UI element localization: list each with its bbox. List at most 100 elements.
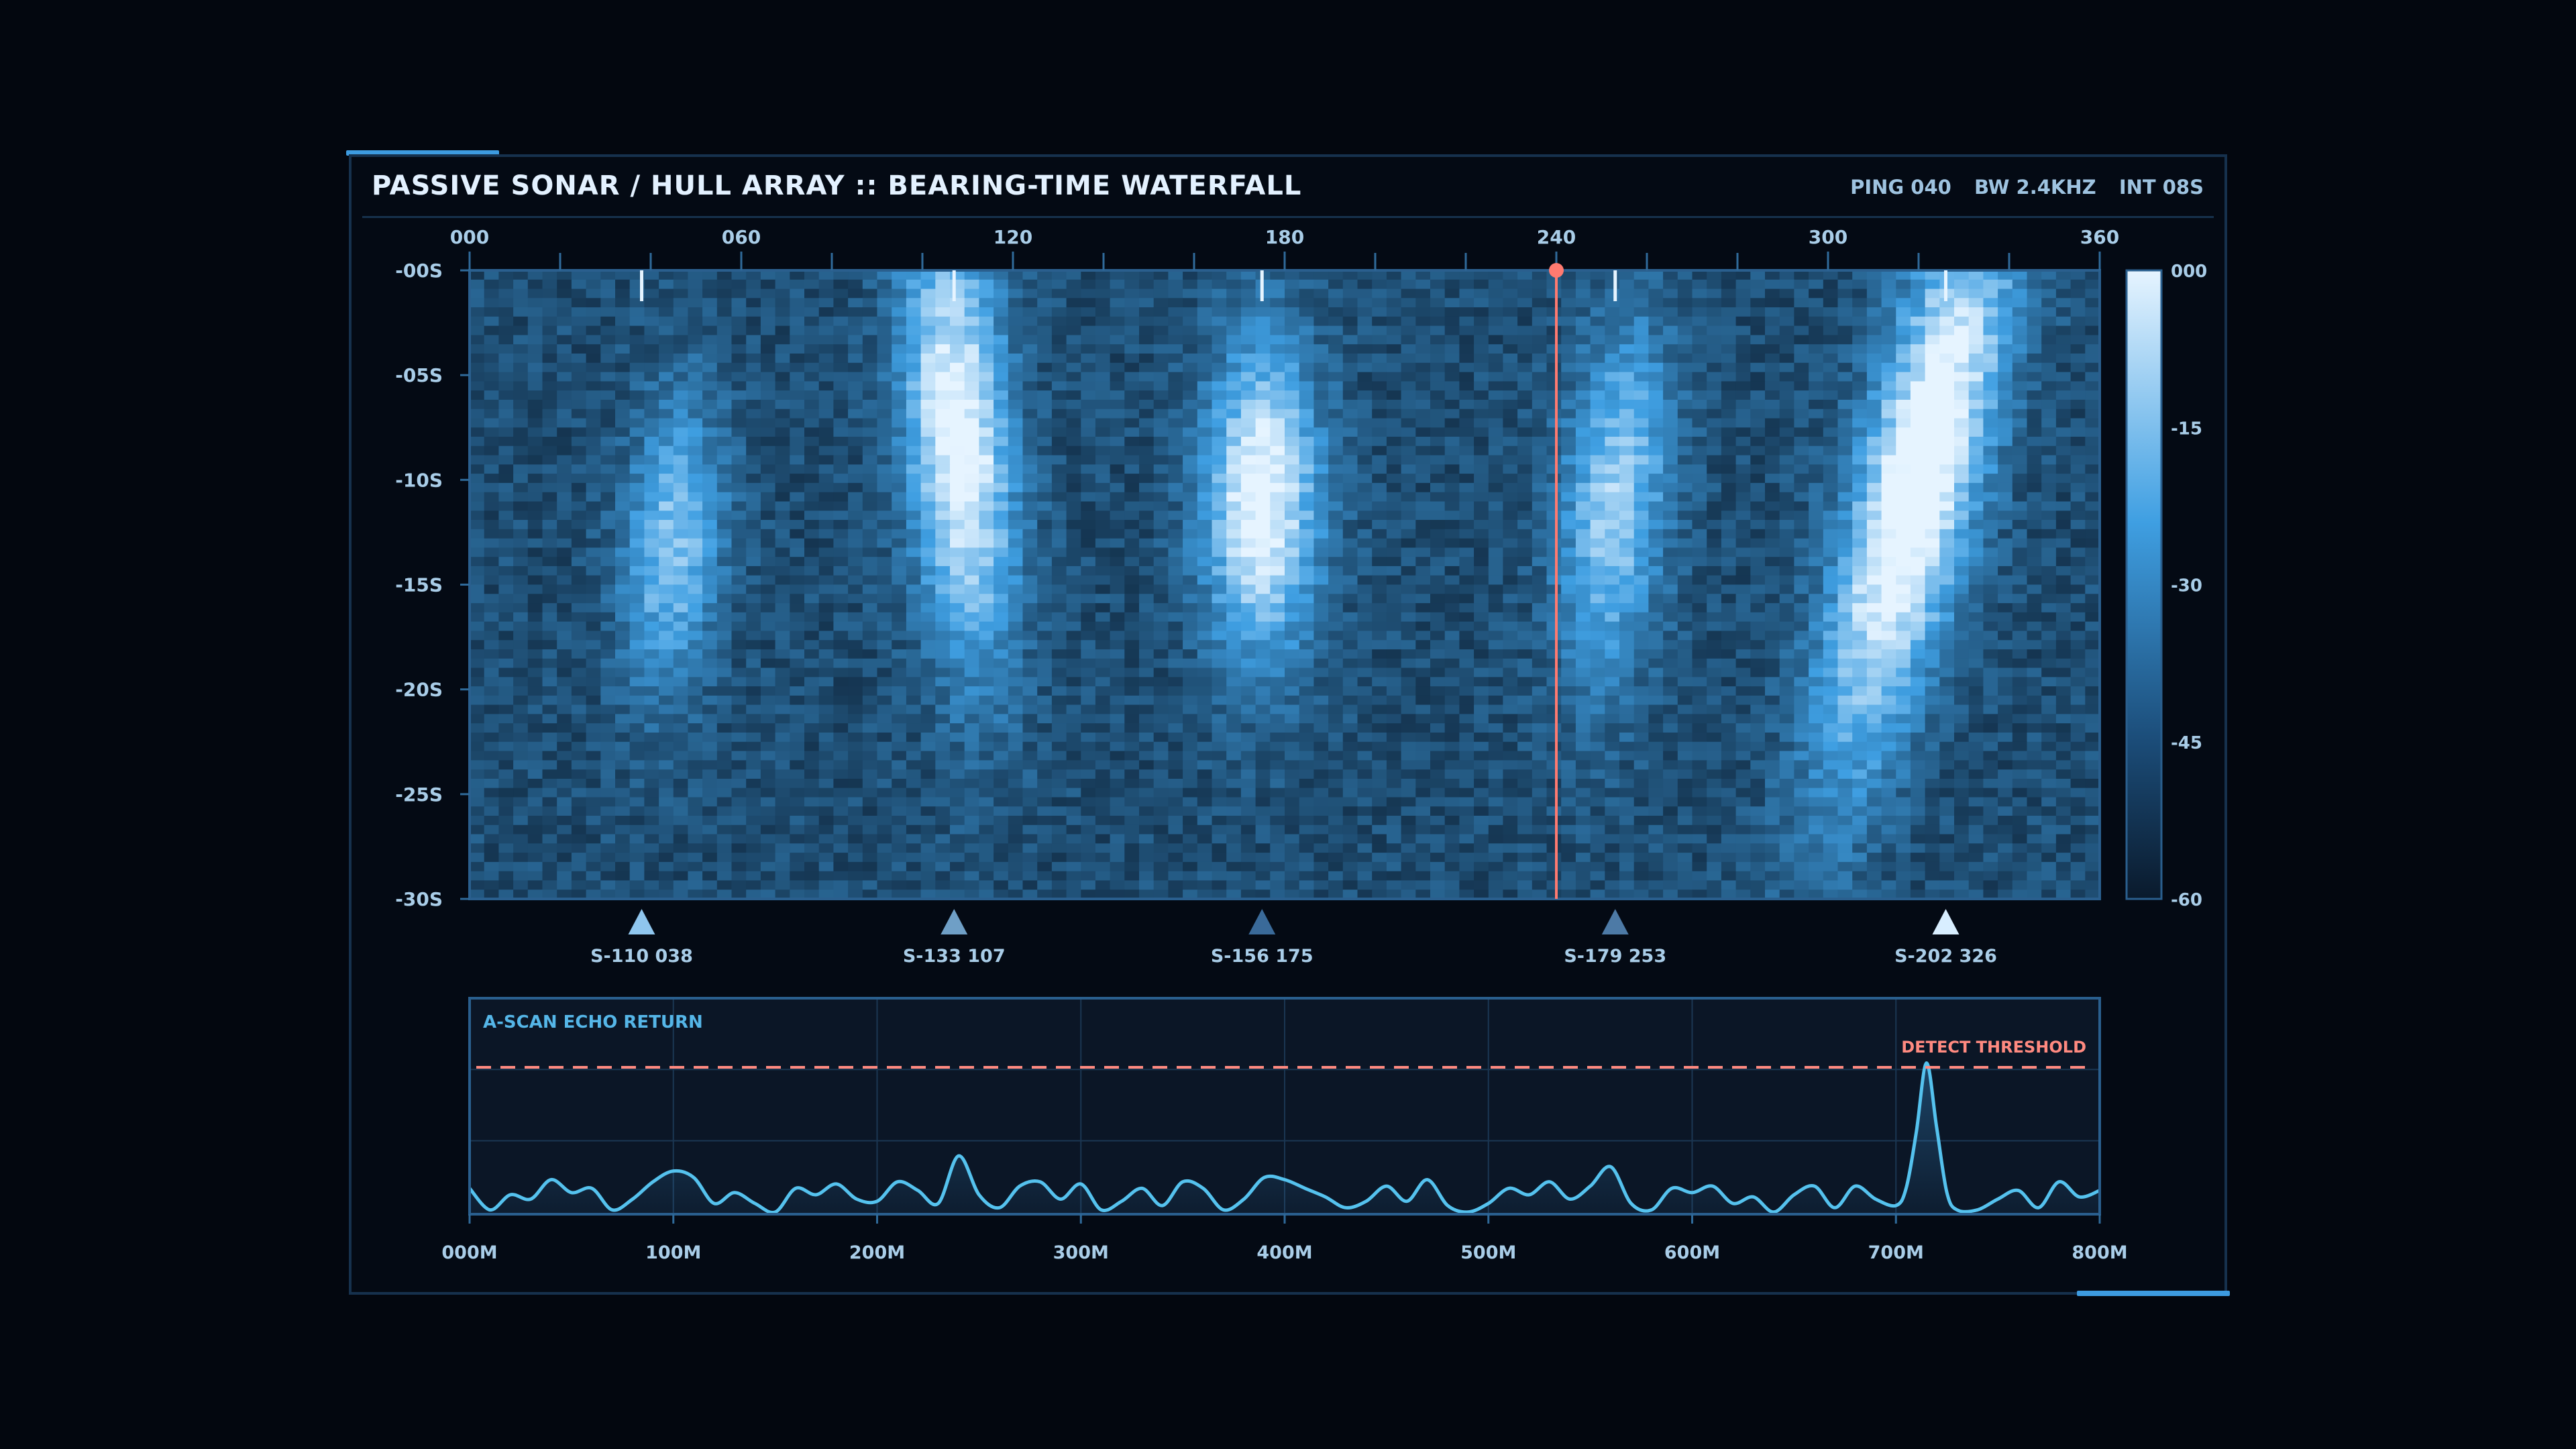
waterfall-cell bbox=[1765, 566, 1780, 576]
waterfall-cell bbox=[1285, 594, 1300, 604]
waterfall-cell bbox=[586, 325, 601, 336]
waterfall-cell bbox=[542, 372, 557, 382]
waterfall-cell bbox=[470, 445, 485, 456]
waterfall-cell bbox=[1357, 270, 1373, 280]
waterfall-cell bbox=[1285, 298, 1300, 308]
waterfall-cell bbox=[1546, 316, 1562, 327]
waterfall-cell bbox=[1707, 354, 1722, 364]
waterfall-cell bbox=[1139, 307, 1155, 317]
waterfall-cell bbox=[2012, 445, 2028, 456]
waterfall-cell bbox=[1124, 482, 1140, 493]
waterfall-cell bbox=[1561, 640, 1576, 650]
waterfall-heatmap[interactable] bbox=[468, 269, 2101, 900]
waterfall-cell bbox=[1168, 677, 1183, 687]
waterfall-cell bbox=[1240, 372, 1256, 382]
waterfall-cell bbox=[1633, 409, 1649, 419]
waterfall-cell bbox=[1444, 547, 1460, 557]
waterfall-cell bbox=[1779, 362, 1794, 373]
waterfall-cell bbox=[935, 482, 951, 493]
waterfall-cell bbox=[1983, 288, 1998, 299]
waterfall-cell bbox=[673, 316, 689, 327]
waterfall-cell bbox=[1240, 270, 1256, 280]
waterfall-cell bbox=[688, 538, 703, 548]
waterfall-cell bbox=[2027, 547, 2042, 557]
waterfall-cell bbox=[1575, 354, 1591, 364]
waterfall-cell bbox=[979, 482, 994, 493]
waterfall-cell bbox=[1575, 288, 1591, 299]
waterfall-cell bbox=[1648, 270, 1664, 280]
waterfall-cell bbox=[1677, 612, 1693, 623]
waterfall-cell bbox=[1066, 594, 1081, 604]
waterfall-cell bbox=[716, 667, 733, 678]
waterfall-cell bbox=[571, 501, 587, 511]
waterfall-cell bbox=[760, 594, 776, 604]
waterfall-cell bbox=[906, 381, 922, 391]
waterfall-cell bbox=[1925, 390, 1940, 400]
waterfall-cell bbox=[1051, 288, 1067, 299]
waterfall-cell bbox=[1663, 511, 1678, 521]
waterfall-cell bbox=[1183, 584, 1198, 594]
waterfall-cell bbox=[498, 501, 514, 511]
waterfall-cell bbox=[1735, 464, 1751, 474]
waterfall-cell bbox=[862, 538, 878, 548]
waterfall-cell bbox=[818, 501, 834, 511]
waterfall-cell bbox=[1648, 307, 1664, 317]
waterfall-cell bbox=[1852, 603, 1868, 613]
waterfall-cell bbox=[1619, 575, 1635, 586]
waterfall-cell bbox=[1633, 566, 1649, 576]
waterfall-cell bbox=[818, 409, 834, 419]
waterfall-cell bbox=[906, 594, 922, 604]
waterfall-cell bbox=[1546, 381, 1562, 391]
waterfall-cell bbox=[1663, 381, 1678, 391]
waterfall-cell bbox=[1226, 575, 1242, 586]
waterfall-cell bbox=[1313, 316, 1329, 327]
waterfall-cell bbox=[1022, 390, 1038, 400]
waterfall-cell bbox=[513, 298, 529, 308]
waterfall-cell bbox=[1517, 362, 1533, 373]
waterfall-cell bbox=[1546, 501, 1562, 511]
waterfall-cell bbox=[1954, 538, 1970, 548]
waterfall-cell bbox=[1008, 335, 1024, 345]
waterfall-cell bbox=[1386, 538, 1402, 548]
waterfall-cell bbox=[1692, 612, 1707, 623]
waterfall-cell bbox=[1124, 492, 1140, 502]
waterfall-cell bbox=[2070, 390, 2086, 400]
waterfall-cell bbox=[629, 594, 645, 604]
waterfall-cell bbox=[1561, 288, 1576, 299]
waterfall-cell bbox=[1968, 270, 1984, 280]
waterfall-cell bbox=[1692, 270, 1707, 280]
waterfall-cell bbox=[1998, 427, 2013, 437]
waterfall-cell bbox=[1095, 409, 1111, 419]
waterfall-cell bbox=[2070, 418, 2086, 428]
waterfall-cell bbox=[1968, 344, 1984, 354]
waterfall-cell bbox=[1925, 409, 1940, 419]
waterfall-cell bbox=[1968, 307, 1984, 317]
waterfall-cell bbox=[2085, 482, 2100, 493]
waterfall-cell bbox=[1444, 603, 1460, 613]
waterfall-cell bbox=[1342, 566, 1358, 576]
waterfall-cell bbox=[920, 566, 936, 576]
waterfall-cell bbox=[716, 316, 733, 327]
waterfall-cell bbox=[1648, 372, 1664, 382]
waterfall-cell bbox=[1561, 372, 1576, 382]
waterfall-cell bbox=[1183, 520, 1198, 530]
waterfall-cell bbox=[1270, 455, 1285, 465]
waterfall-cell bbox=[470, 344, 485, 354]
waterfall-cell bbox=[1721, 325, 1737, 336]
waterfall-cell bbox=[1488, 409, 1504, 419]
waterfall-cell bbox=[1299, 307, 1314, 317]
waterfall-cell bbox=[1633, 418, 1649, 428]
waterfall-cell bbox=[513, 381, 529, 391]
waterfall-cell bbox=[470, 538, 485, 548]
waterfall-cell bbox=[2085, 344, 2100, 354]
waterfall-cell bbox=[1532, 437, 1548, 447]
waterfall-cell bbox=[906, 445, 922, 456]
waterfall-cell bbox=[1663, 482, 1678, 493]
waterfall-cell bbox=[1575, 362, 1591, 373]
waterfall-cell bbox=[1240, 354, 1256, 364]
waterfall-cell bbox=[1313, 344, 1329, 354]
waterfall-cell bbox=[629, 501, 645, 511]
waterfall-cell bbox=[1968, 399, 1984, 410]
waterfall-cell bbox=[1212, 538, 1227, 548]
waterfall-cell bbox=[964, 354, 979, 364]
